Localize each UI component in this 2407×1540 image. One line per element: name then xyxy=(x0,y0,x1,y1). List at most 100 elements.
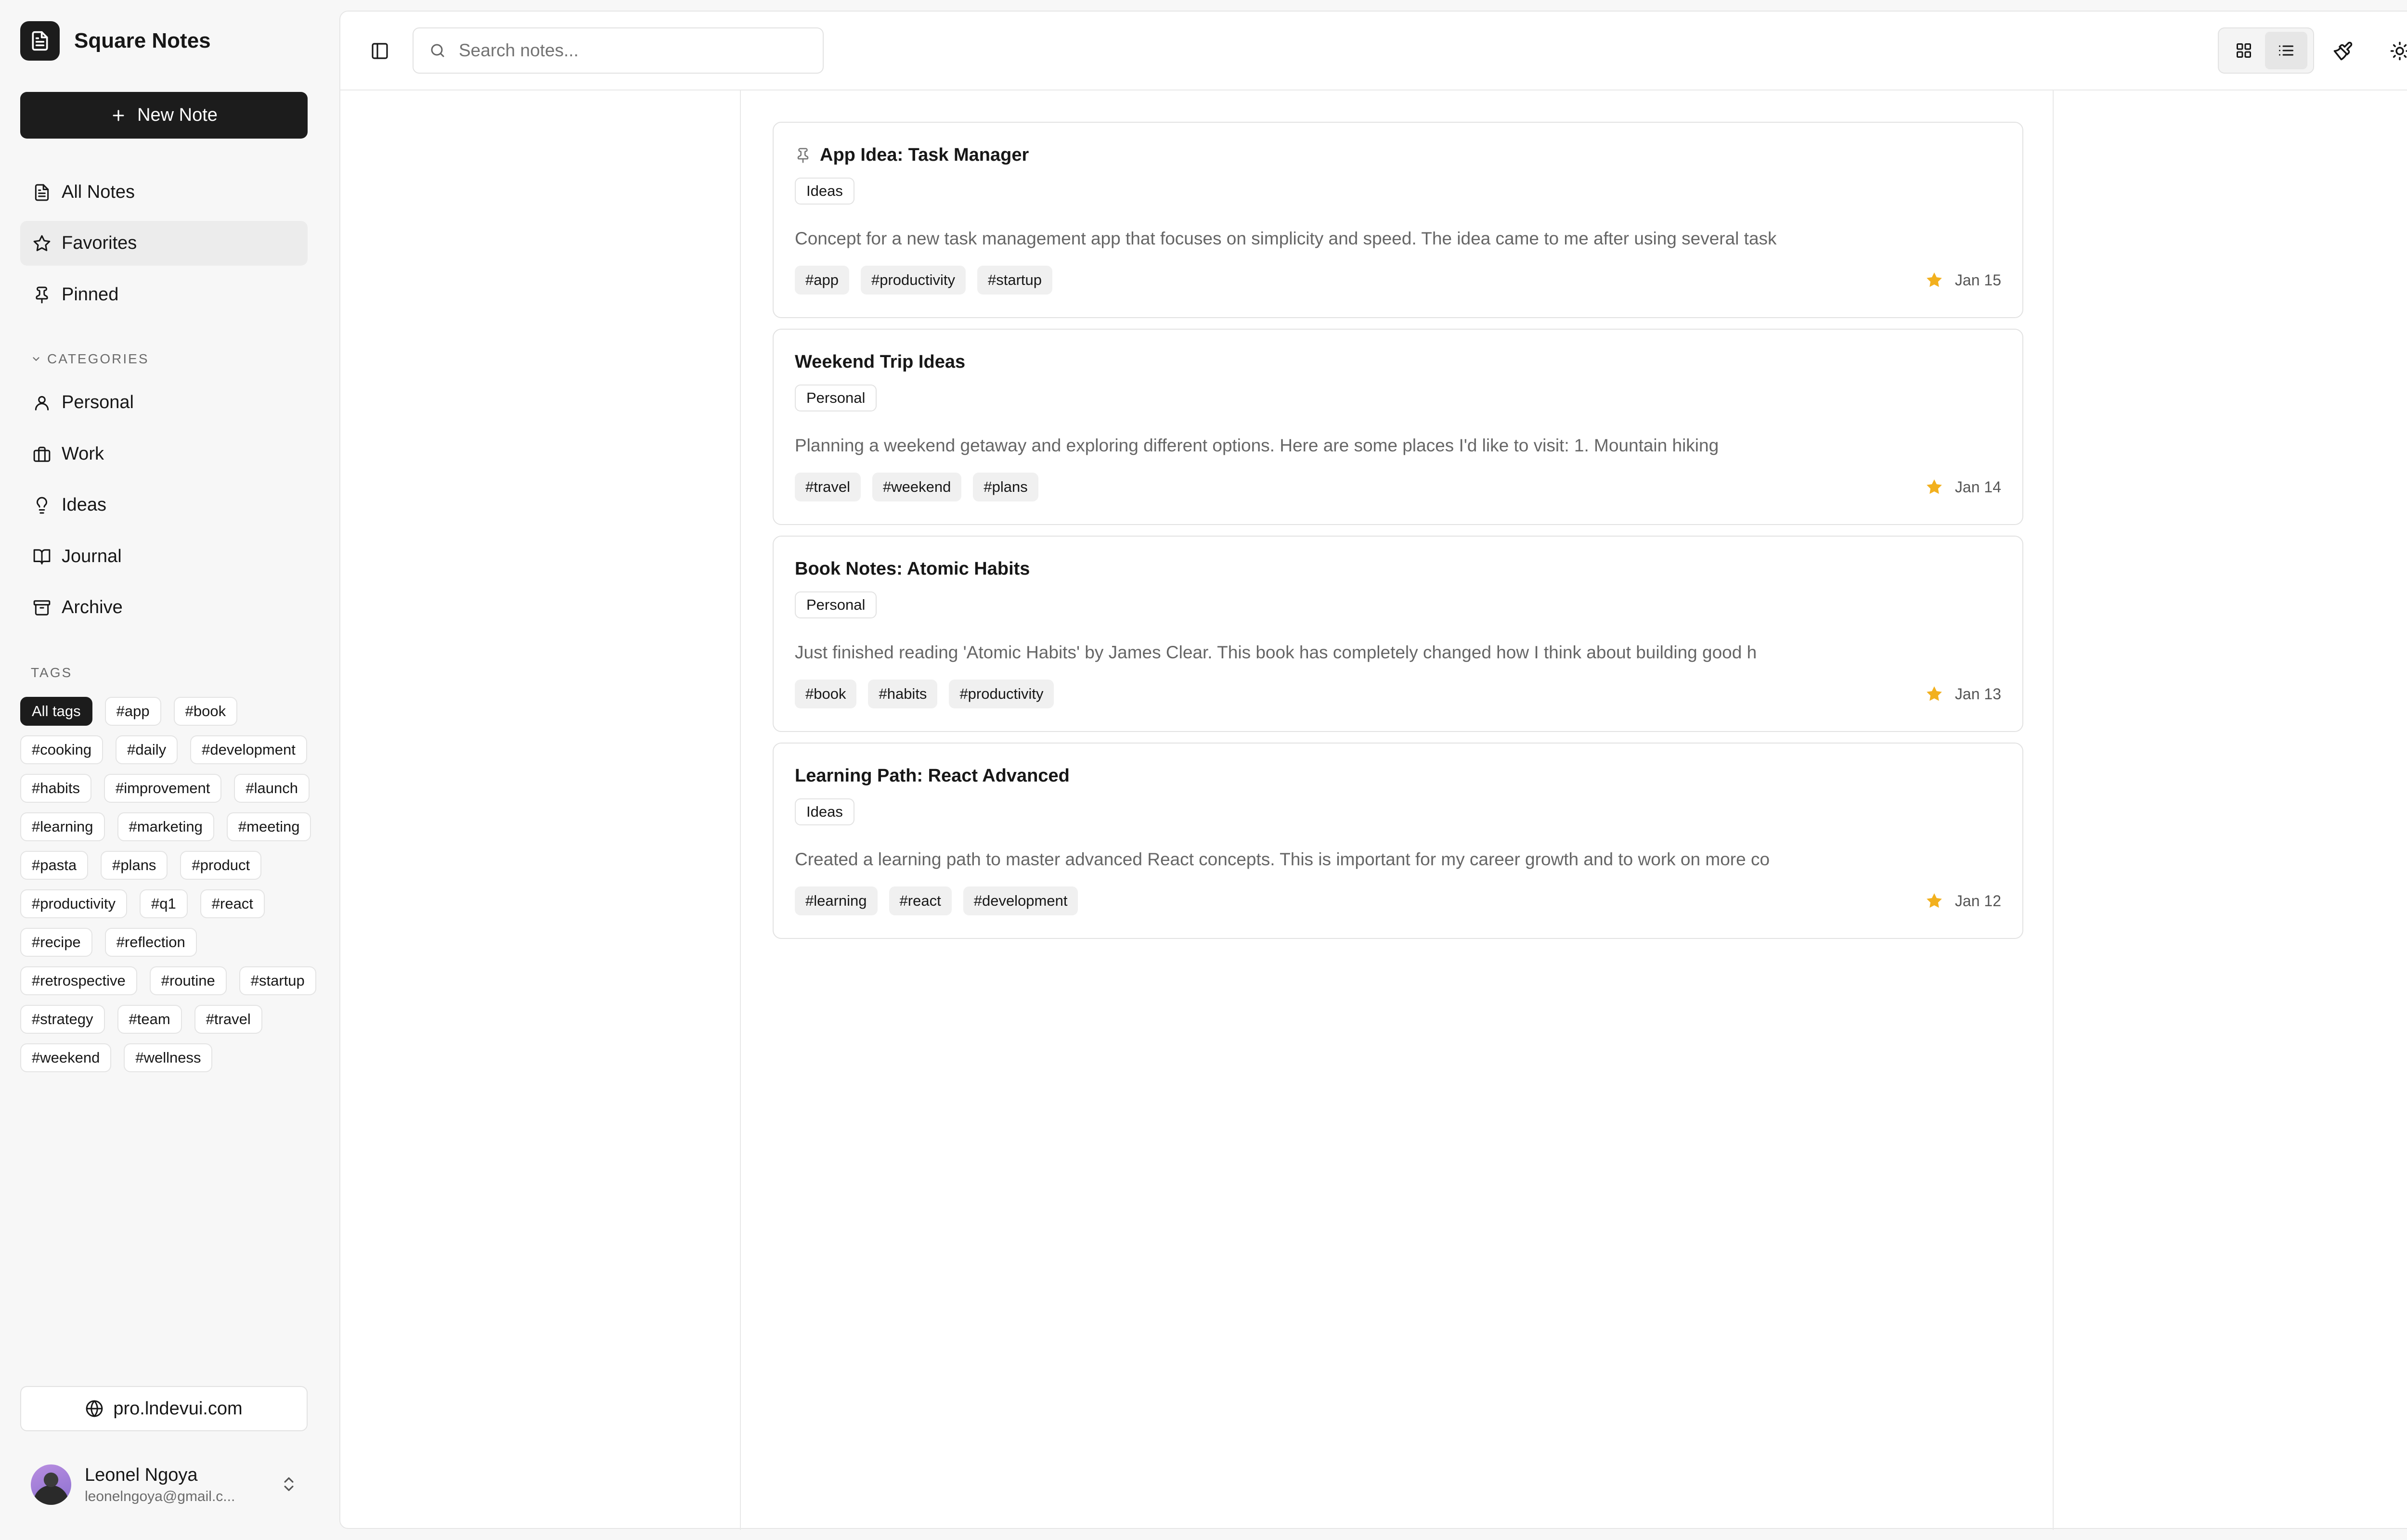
star-filled-icon xyxy=(1927,686,1942,701)
tag-chip[interactable]: #react xyxy=(200,889,265,918)
tag-chip[interactable]: #cooking xyxy=(20,735,104,764)
category-ideas[interactable]: Ideas xyxy=(20,483,308,527)
chevrons-up-down-icon xyxy=(284,1477,294,1491)
note-tag[interactable]: #react xyxy=(889,886,952,915)
note-title: Weekend Trip Ideas xyxy=(795,352,965,372)
new-note-button[interactable]: New Note xyxy=(20,92,308,139)
tag-chip[interactable]: #daily xyxy=(116,735,178,764)
note-card[interactable]: Weekend Trip Ideas Personal Planning a wee… xyxy=(773,329,2023,525)
category-personal[interactable]: Personal xyxy=(20,380,308,425)
note-date: Jan 13 xyxy=(1954,685,2001,703)
app-name: Square Notes xyxy=(74,29,211,52)
note-tag[interactable]: #app xyxy=(795,266,849,295)
tag-chip[interactable]: #plans xyxy=(101,851,168,880)
note-tag[interactable]: #productivity xyxy=(949,680,1054,708)
tag-chip[interactable]: #habits xyxy=(20,774,91,803)
tag-chip[interactable]: #retrospective xyxy=(20,966,137,995)
view-toggle xyxy=(2218,27,2314,74)
site-link-button[interactable]: pro.lndevui.com xyxy=(20,1386,308,1431)
briefcase-icon xyxy=(32,444,52,464)
tag-chip[interactable]: #routine xyxy=(149,966,227,995)
category-journal[interactable]: Journal xyxy=(20,534,308,579)
note-card[interactable]: Learning Path: React Advanced Ideas Create… xyxy=(773,743,2023,939)
sidebar-toggle-button[interactable] xyxy=(368,39,391,63)
column-divider-left xyxy=(740,90,741,1530)
note-card[interactable]: Book Notes: Atomic Habits Personal Just fi… xyxy=(773,536,2023,732)
note-excerpt: Planning a weekend getaway and exploring… xyxy=(795,436,1719,455)
note-tag[interactable]: #startup xyxy=(977,266,1053,295)
tag-chip[interactable]: #app xyxy=(104,697,161,726)
note-excerpt: Created a learning path to master advanc… xyxy=(795,849,1770,869)
list-view-button[interactable] xyxy=(2265,32,2307,69)
note-tag[interactable]: #weekend xyxy=(872,473,962,501)
site-link-label: pro.lndevui.com xyxy=(113,1398,243,1419)
notes-list: App Idea: Task Manager Ideas Concept for a… xyxy=(773,122,2023,950)
tag-chip[interactable]: #strategy xyxy=(20,1005,105,1034)
note-card[interactable]: App Idea: Task Manager Ideas Concept for a… xyxy=(773,122,2023,318)
theme-customizer-button[interactable] xyxy=(2331,39,2355,63)
archive-icon xyxy=(32,598,52,618)
tag-chip[interactable]: #product xyxy=(180,851,262,880)
tag-chip[interactable]: #learning xyxy=(20,812,105,841)
note-tag[interactable]: #habits xyxy=(868,680,938,708)
tag-chip[interactable]: #marketing xyxy=(117,812,214,841)
tag-chip[interactable]: #wellness xyxy=(124,1043,213,1072)
tag-chip[interactable]: #book xyxy=(173,697,238,726)
star-icon xyxy=(32,233,52,254)
note-tag[interactable]: #learning xyxy=(795,886,878,915)
note-tags: #learning #react #development xyxy=(795,886,1078,915)
user-menu[interactable]: Leonel Ngoya leonelngoya@gmail.c... xyxy=(20,1461,308,1509)
note-tag[interactable]: #plans xyxy=(973,473,1038,501)
nav-favorites[interactable]: Favorites xyxy=(20,221,308,266)
user-icon xyxy=(32,393,52,413)
tag-chip[interactable]: All tags xyxy=(20,697,92,726)
tag-chip[interactable]: #travel xyxy=(194,1005,262,1034)
search-box[interactable] xyxy=(413,27,824,74)
note-tags: #travel #weekend #plans xyxy=(795,473,1038,501)
tag-chip[interactable]: #pasta xyxy=(20,851,89,880)
user-email: leonelngoya@gmail.c... xyxy=(85,1488,235,1504)
column-divider-right xyxy=(2053,90,2054,1530)
grid-view-button[interactable] xyxy=(2223,32,2265,69)
tag-chip[interactable]: #q1 xyxy=(140,889,188,918)
nav-all-notes[interactable]: All Notes xyxy=(20,170,308,215)
paintbrush-icon xyxy=(2333,41,2353,61)
panel-left-icon xyxy=(372,43,388,59)
note-tag[interactable]: #book xyxy=(795,680,857,708)
note-date: Jan 12 xyxy=(1954,892,2001,910)
notes-logo-icon xyxy=(20,21,60,61)
note-tags: #book #habits #productivity xyxy=(795,680,1054,708)
tag-chip[interactable]: #launch xyxy=(234,774,310,803)
categories-heading[interactable]: CATEGORIES xyxy=(31,351,149,367)
note-meta: Jan 12 xyxy=(1925,886,2001,915)
tag-chip[interactable]: #productivity xyxy=(20,889,128,918)
tag-chip[interactable]: #improvement xyxy=(104,774,222,803)
category-work[interactable]: Work xyxy=(20,432,308,476)
tag-chip[interactable]: #recipe xyxy=(20,928,92,957)
list-icon xyxy=(2279,45,2293,56)
tag-chip[interactable]: #meeting xyxy=(226,812,311,841)
category-badge: Ideas xyxy=(795,798,854,825)
theme-toggle-button[interactable] xyxy=(2388,39,2407,63)
tag-chip[interactable]: #startup xyxy=(239,966,316,995)
search-input[interactable] xyxy=(459,40,796,61)
note-tag[interactable]: #development xyxy=(963,886,1078,915)
book-open-icon xyxy=(32,547,52,567)
tag-chip[interactable]: #development xyxy=(190,735,307,764)
nav-pinned[interactable]: Pinned xyxy=(20,272,308,317)
user-name: Leonel Ngoya xyxy=(85,1464,198,1485)
brand[interactable]: Square Notes xyxy=(20,21,211,61)
note-date: Jan 14 xyxy=(1954,478,2001,496)
note-title: Book Notes: Atomic Habits xyxy=(795,559,1030,579)
note-tag[interactable]: #productivity xyxy=(860,266,966,295)
note-title-text: Weekend Trip Ideas xyxy=(795,352,966,372)
note-tag[interactable]: #travel xyxy=(795,473,861,501)
category-label: Personal xyxy=(62,392,134,412)
tag-chip[interactable]: #reflection xyxy=(104,928,197,957)
lightbulb-icon xyxy=(32,495,52,515)
category-badge: Personal xyxy=(795,385,877,411)
top-bar xyxy=(340,12,2407,90)
tag-chip[interactable]: #weekend xyxy=(20,1043,112,1072)
category-archive[interactable]: Archive xyxy=(20,585,308,630)
tag-chip[interactable]: #team xyxy=(117,1005,182,1034)
